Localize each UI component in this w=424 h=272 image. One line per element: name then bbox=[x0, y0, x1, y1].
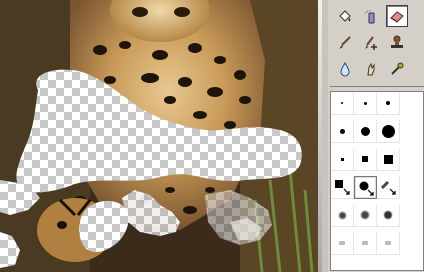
brush-option[interactable] bbox=[331, 92, 354, 115]
dropper-icon[interactable] bbox=[386, 58, 408, 80]
brush-option[interactable] bbox=[354, 148, 377, 171]
brush-size-grid bbox=[330, 91, 424, 271]
brush-option[interactable] bbox=[377, 120, 400, 143]
brush-icon[interactable] bbox=[334, 32, 356, 54]
eraser-icon[interactable] bbox=[386, 5, 408, 27]
brush-option[interactable] bbox=[354, 92, 377, 115]
smudge-icon[interactable] bbox=[360, 58, 382, 80]
brush-option[interactable] bbox=[331, 232, 354, 255]
brush-option[interactable] bbox=[377, 232, 400, 255]
image-canvas[interactable] bbox=[0, 0, 318, 272]
brush-option-selected[interactable] bbox=[354, 176, 377, 199]
paint-bucket-icon[interactable] bbox=[334, 6, 356, 28]
leopard-photo bbox=[0, 0, 318, 272]
brush-option[interactable] bbox=[354, 120, 377, 143]
panel-separator bbox=[330, 86, 424, 87]
brush-option[interactable] bbox=[377, 92, 400, 115]
brush-option[interactable] bbox=[331, 176, 354, 199]
brush-option[interactable] bbox=[331, 120, 354, 143]
water-drop-icon[interactable] bbox=[334, 58, 356, 80]
brush-option[interactable] bbox=[331, 204, 354, 227]
pen-plus-icon[interactable] bbox=[360, 32, 382, 54]
airbrush-icon[interactable] bbox=[360, 6, 382, 28]
brush-option[interactable] bbox=[354, 204, 377, 227]
tools-panel bbox=[328, 0, 424, 272]
brush-option[interactable] bbox=[377, 204, 400, 227]
brush-option[interactable] bbox=[377, 148, 400, 171]
stamp-icon[interactable] bbox=[386, 32, 408, 54]
brush-option[interactable] bbox=[331, 148, 354, 171]
brush-option[interactable] bbox=[354, 232, 377, 255]
brush-option[interactable] bbox=[377, 176, 400, 199]
